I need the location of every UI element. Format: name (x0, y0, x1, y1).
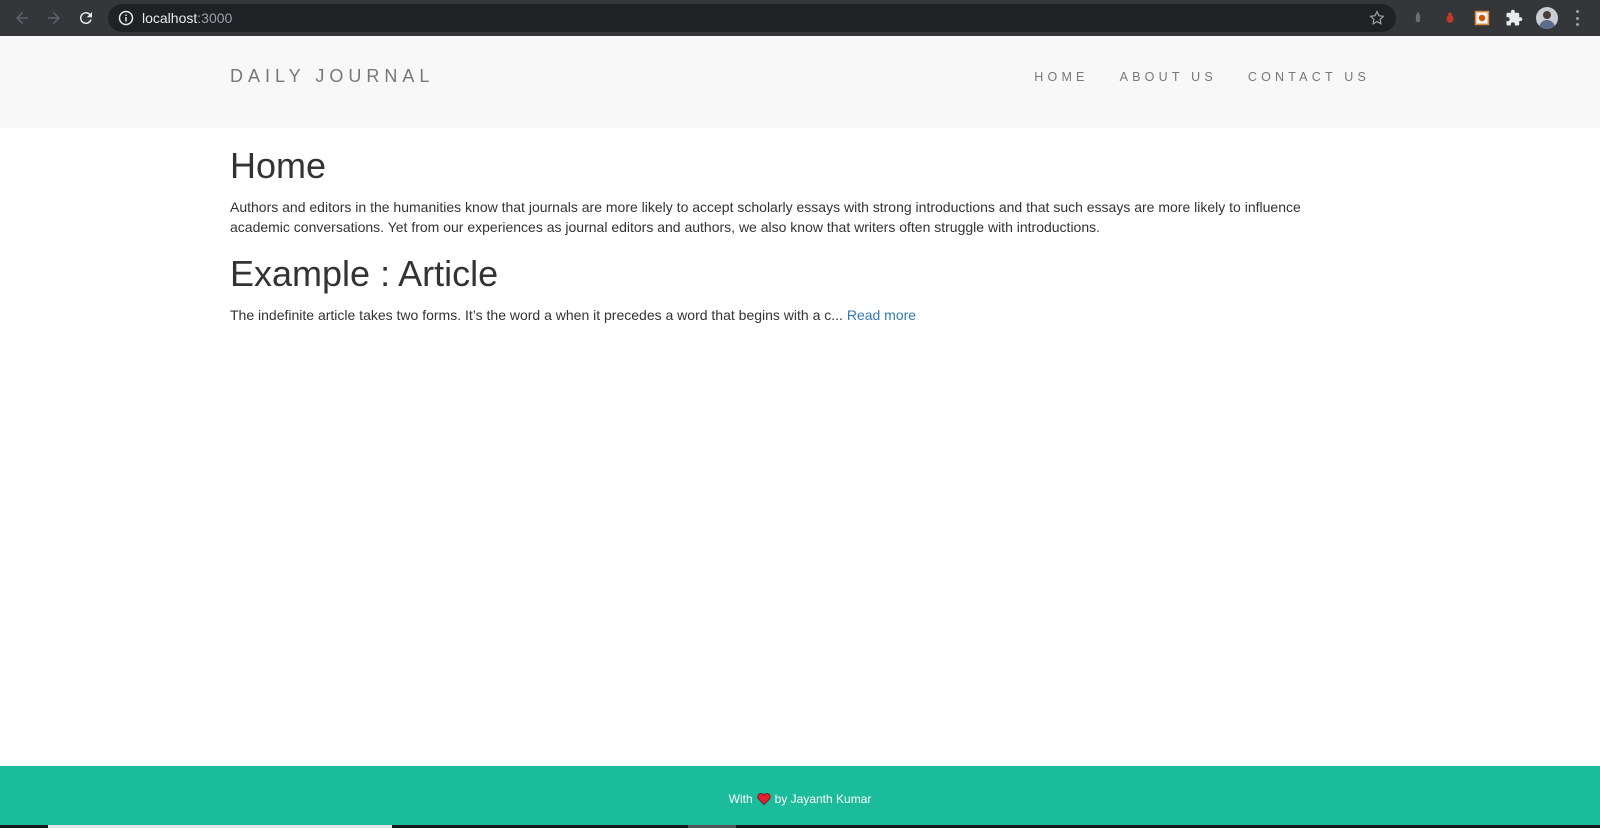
footer-credit: With by Jayanth Kumar (0, 792, 1600, 806)
reload-icon (79, 12, 92, 25)
post-excerpt: The indefinite article takes two forms. … (230, 305, 1330, 325)
extension-square-icon[interactable] (1472, 8, 1492, 28)
extensions-puzzle-icon[interactable] (1504, 8, 1524, 28)
url-text[interactable]: localhost:3000 (142, 10, 232, 26)
home-intro-text: Authors and editors in the humanities kn… (230, 199, 1301, 235)
main-nav: HOME ABOUT US CONTACT US (1034, 70, 1370, 84)
site-brand[interactable]: DAILY JOURNAL (230, 66, 434, 87)
heart-icon (756, 793, 771, 805)
browser-menu-icon[interactable] (1576, 10, 1580, 26)
footer-prefix: With (728, 792, 753, 806)
post-title: Example : Article (230, 253, 499, 294)
footer-suffix: by Jayanth Kumar (774, 792, 872, 806)
arrow-right-icon (48, 12, 60, 24)
post-excerpt-text: The indefinite article takes two forms. … (230, 307, 843, 323)
url-host: localhost (142, 10, 198, 26)
nav-link-about[interactable]: ABOUT US (1120, 70, 1217, 84)
back-button[interactable] (10, 6, 34, 30)
address-bar[interactable]: localhost:3000 (108, 4, 1396, 32)
reload-button[interactable] (74, 6, 98, 30)
page-title: Home (230, 145, 327, 186)
browser-toolbar: localhost:3000 (0, 0, 1600, 36)
nav-link-home[interactable]: HOME (1034, 70, 1088, 84)
read-more-link[interactable]: Read more (847, 307, 916, 323)
site-footer: With by Jayanth Kumar (0, 766, 1600, 828)
site-navbar: DAILY JOURNAL HOME ABOUT US CONTACT US (0, 36, 1600, 128)
nav-link-contact[interactable]: CONTACT US (1248, 70, 1370, 84)
profile-avatar[interactable] (1536, 7, 1558, 29)
url-port: :3000 (197, 10, 233, 26)
info-icon[interactable] (118, 10, 134, 26)
bookmark-star-icon[interactable] (1368, 9, 1386, 27)
arrow-left-icon (16, 12, 28, 24)
extension-bug-icon[interactable] (1440, 8, 1460, 28)
extension-one-icon[interactable] (1408, 8, 1428, 28)
forward-button[interactable] (42, 6, 66, 30)
